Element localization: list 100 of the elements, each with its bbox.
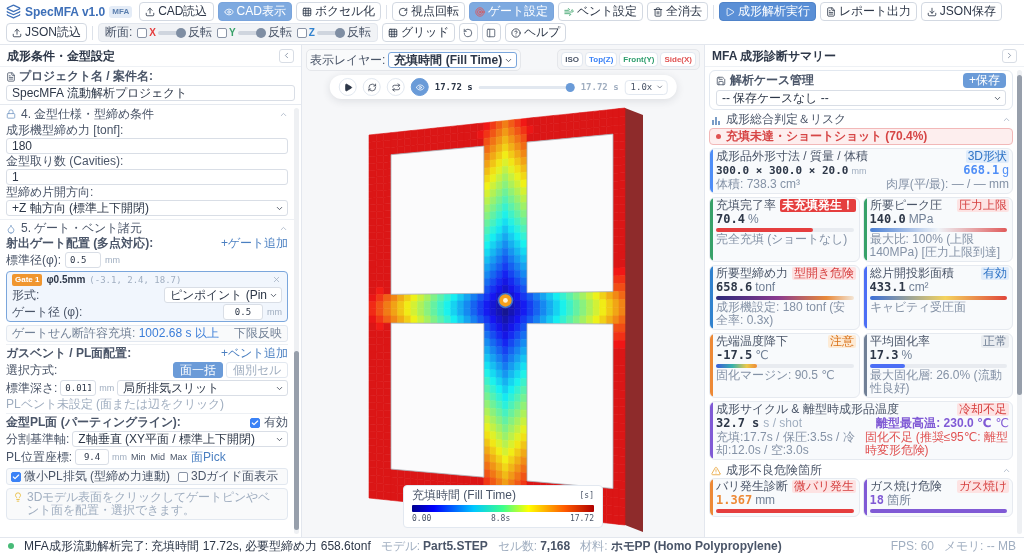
scrollbar-thumb[interactable] [1017, 74, 1022, 395]
status-badge: 3D形状 [965, 150, 1009, 163]
toolbar-button[interactable]: ベント設定 [557, 2, 643, 21]
checkbox[interactable] [137, 27, 148, 38]
input-field[interactable]: 1 [6, 169, 288, 185]
select-field[interactable]: ピンポイント (Pin [164, 287, 282, 303]
toolbar-button[interactable]: ボクセル化 [295, 2, 381, 21]
trash-icon [652, 6, 663, 17]
checkbox[interactable] [217, 27, 228, 38]
chevron-up-icon[interactable] [279, 224, 288, 233]
slider-thumb[interactable] [176, 27, 187, 38]
flip-label: 反転 [346, 26, 371, 39]
checkbox[interactable] [250, 417, 260, 428]
chevron-right-icon [1005, 51, 1014, 60]
legend-unit: [s] [579, 491, 594, 500]
preset-button[interactable]: Max [169, 452, 189, 462]
select-field[interactable]: 局所排気スリット [117, 380, 288, 396]
reset-icon [463, 27, 474, 38]
add-vent-link[interactable]: +ベント追加 [221, 347, 288, 360]
group-label: 金型PL面 (パーティングライン): [6, 416, 182, 429]
input-field[interactable]: 0.011 [60, 380, 97, 396]
field-label: 分割基準軸: [6, 432, 70, 446]
metric-unit: % [747, 213, 759, 226]
repeat-icon [391, 82, 401, 92]
status-message: MFA成形流動解析完了: 充填時間 17.72s, 必要型締め力 658.6tonf [24, 539, 371, 553]
collapse-button[interactable] [1002, 48, 1017, 63]
project-name-input[interactable]: SpecMFA 流動解析プロジェクト [6, 85, 295, 101]
apply-limit-button[interactable]: 下限反映 [234, 327, 282, 340]
dimensions-value: 300.0 × 300.0 × 20.0 [716, 164, 849, 177]
unit-label: mm [99, 382, 115, 394]
unit-label: mm [267, 306, 282, 318]
metric-title: 総片開投影面積 [869, 267, 954, 280]
metric-note: キャビティ受圧面 [869, 301, 967, 314]
metric-value: -17.5 [716, 349, 753, 362]
legend-title: 充填時間 (Fill Time) [412, 489, 516, 502]
select-field[interactable]: +Z 軸方向 (標準上下開閉) [6, 200, 288, 216]
checkbox[interactable] [11, 471, 21, 482]
toolbar-button[interactable]: JSON読込 [6, 23, 87, 42]
metric-unit: mm [851, 166, 867, 177]
layer-select[interactable]: 充填時間 (Fill Time) [388, 52, 518, 68]
gate-card[interactable]: Gate 1 φ0.5mm (-3.1, 2.4, 18.7) 形式: ピンポイント (Pin ゲート径 (φ): 0.5 mm [6, 271, 288, 322]
slice-slider[interactable] [158, 27, 187, 38]
input-field[interactable]: 9.4 [75, 449, 109, 465]
view-button[interactable]: Top(Z) [585, 52, 618, 67]
slider-thumb[interactable] [334, 27, 345, 38]
add-gate-link[interactable]: +ゲート追加 [221, 237, 288, 250]
help-button[interactable]: ヘルプ [504, 23, 566, 42]
metric-value: 1.367 [716, 494, 753, 507]
metric-unit: tonf [755, 281, 776, 294]
chevron-up-icon[interactable] [1002, 115, 1011, 124]
preset-button[interactable]: Min [130, 452, 147, 462]
slice-slider[interactable] [316, 27, 345, 38]
case-select[interactable]: -- 保存ケースなし -- [716, 90, 1006, 106]
current-time: 17.72 s [434, 82, 473, 92]
select-field[interactable]: Z軸垂直 (XY平面 / 標準上下開閉) [72, 431, 288, 447]
cooling-warning: 固化不足 (推奨≤95℃: 離型時変形危険) [864, 431, 1009, 457]
status-label: セル数: [497, 539, 538, 553]
cycle-time-value: 32.7 s [716, 417, 760, 430]
preset-button[interactable]: Mid [149, 452, 167, 462]
group-label: ガスベント / PL面配置: [6, 347, 133, 360]
toolbar-button[interactable]: JSON保存 [920, 2, 1002, 21]
gate-marker-icon[interactable] [497, 292, 514, 309]
field-label: プロジェクト名 / 案件名: [19, 70, 153, 83]
view-button[interactable]: Side(X) [660, 52, 696, 67]
rotate-icon [397, 6, 408, 17]
input-field[interactable]: 0.5 [223, 304, 263, 320]
toolbar-button[interactable]: レポート出力 [819, 2, 917, 21]
case-title: 解析ケース管理 [730, 74, 814, 87]
slice-slider[interactable] [237, 27, 266, 38]
scrollbar-thumb[interactable] [294, 350, 299, 530]
status-badge: 圧力上限 [957, 199, 1009, 212]
section-title: 4. 金型仕様・型締め条件 [21, 107, 156, 121]
field-label: PL位置座標: [6, 450, 72, 464]
toolbar-button[interactable]: CAD読込 [139, 2, 214, 21]
chevron-up-icon[interactable] [1002, 466, 1011, 475]
reset-button[interactable] [458, 23, 478, 42]
scrollbar[interactable] [1017, 70, 1022, 534]
metric-unit: ℃ [755, 349, 769, 362]
sidebar-toggle-button[interactable] [481, 23, 501, 42]
checkbox[interactable] [296, 27, 307, 38]
lock-icon [6, 109, 16, 119]
toolbar-button[interactable]: 全消去 [646, 2, 708, 21]
checkbox[interactable] [178, 471, 188, 482]
slider-thumb[interactable] [255, 27, 266, 38]
flip-label: 反転 [267, 26, 292, 39]
time-slider[interactable] [478, 82, 575, 92]
toolbar-button[interactable]: グリッド [381, 23, 455, 42]
slider-thumb[interactable] [565, 82, 575, 92]
input-field[interactable]: 180 [6, 138, 288, 154]
cycle-breakdown: 充填:17.7s / 保圧:3.5s / 冷却:12.0s / 空:3.0s [716, 431, 856, 457]
toolbar-button[interactable]: 視点回転 [391, 2, 465, 21]
input-field[interactable]: 0.5 [65, 252, 102, 268]
pick-button[interactable]: 面Pick [191, 450, 226, 464]
view-button[interactable]: Front(Y) [619, 52, 659, 67]
scrollbar[interactable] [294, 108, 299, 534]
shear-info: ゲートせん断許容充填: 1002.68 s 以上 [12, 327, 220, 340]
collapse-button[interactable] [279, 48, 294, 63]
view-button[interactable]: ISO [561, 52, 584, 67]
close-button[interactable] [271, 274, 282, 285]
status-value: 7,168 [540, 539, 571, 553]
